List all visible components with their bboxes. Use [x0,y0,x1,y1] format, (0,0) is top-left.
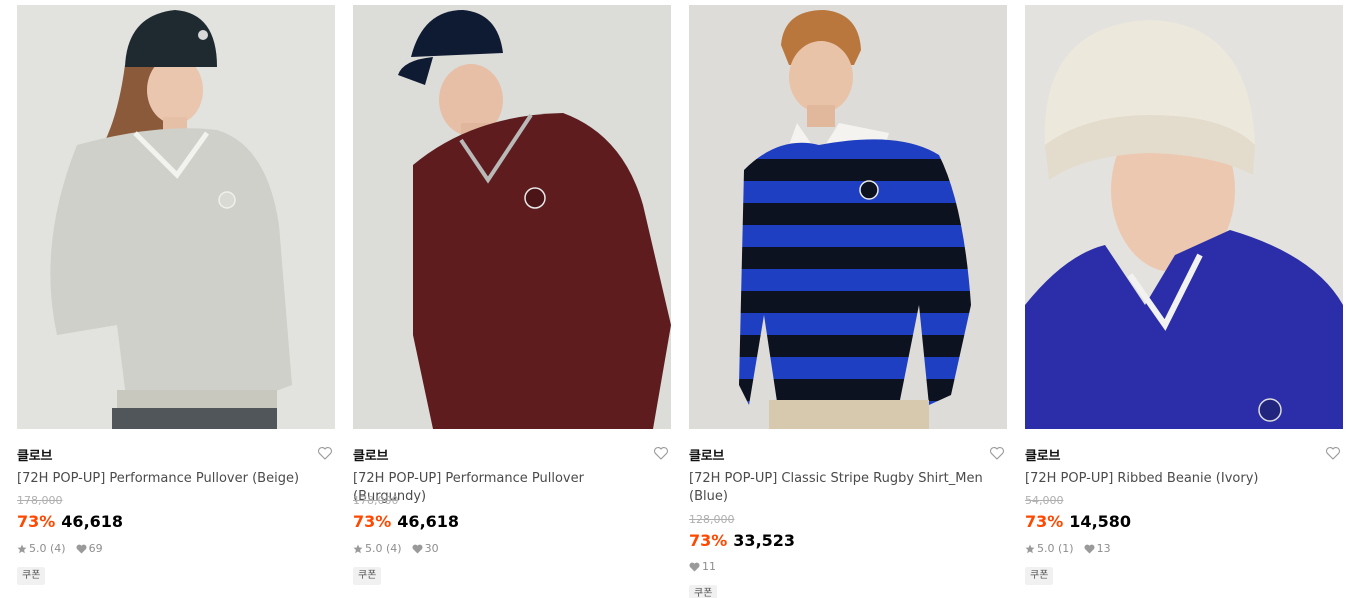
review-count: (1) [1058,542,1074,555]
discount-rate: 73% [353,512,392,531]
product-stats: 5.0 (4) 69 [17,542,103,555]
brand-name[interactable]: 클로브 [689,445,724,464]
original-price: 128,000 [689,513,735,526]
heart-filled-icon [76,544,87,554]
sale-price: 46,618 [61,512,124,531]
heart-filled-icon [412,544,423,554]
coupon-badge: 쿠폰 [17,567,46,585]
heart-outline-icon[interactable] [989,445,1005,461]
star-icon [17,544,27,554]
product-name[interactable]: [72H POP-UP] Performance Pullover (Beige… [17,470,317,488]
rating-value: 5.0 [29,542,47,555]
product-photo-stripe-rugby-shirt [689,5,1007,429]
review-count: (4) [386,542,402,555]
discount-rate: 73% [1025,512,1064,531]
heart-outline-icon[interactable] [653,445,669,461]
like-count: 30 [424,542,439,555]
price-block: 128,000 73% 33,523 [689,513,795,551]
product-image[interactable] [353,5,671,429]
rating-value: 5.0 [1037,542,1055,555]
discount-rate: 73% [17,512,56,531]
coupon-badge: 쿠폰 [689,585,718,598]
product-card[interactable]: 클로브 [72H POP-UP] Performance Pullover (B… [353,5,671,598]
price-block: 178,000 73% 46,618 [17,494,123,532]
original-price: 54,000 [1025,494,1064,507]
product-image[interactable] [689,5,1007,429]
brand-name[interactable]: 클로브 [1025,445,1060,464]
sale-price: 46,618 [397,512,460,531]
product-card[interactable]: 클로브 [72H POP-UP] Performance Pullover (B… [17,5,335,598]
product-name[interactable]: [72H POP-UP] Classic Stripe Rugby Shirt_… [689,470,989,506]
product-grid: 클로브 [72H POP-UP] Performance Pullover (B… [17,5,1343,598]
product-photo-beige-pullover [17,5,335,429]
like-count: 11 [702,560,716,573]
like-count: 13 [1096,542,1111,555]
price-block: 178,000 73% 46,618 [353,494,459,532]
price-block: 54,000 73% 14,580 [1025,494,1131,532]
brand-name[interactable]: 클로브 [17,445,52,464]
product-name[interactable]: [72H POP-UP] Ribbed Beanie (Ivory) [1025,470,1325,488]
heart-outline-icon[interactable] [317,445,333,461]
coupon-badge: 쿠폰 [1025,567,1054,585]
product-stats: 5.0 (1) 13 [1025,542,1111,555]
product-image[interactable] [1025,5,1343,429]
coupon-badge: 쿠폰 [353,567,382,585]
product-image[interactable] [17,5,335,429]
like-count: 69 [88,542,103,555]
brand-name[interactable]: 클로브 [353,445,388,464]
review-count: (4) [50,542,66,555]
heart-filled-icon [689,562,700,572]
sale-price: 14,580 [1069,512,1132,531]
star-icon [353,544,363,554]
product-stats: 11 [689,560,716,573]
product-photo-ribbed-beanie [1025,5,1343,429]
original-price: 178,000 [17,494,63,507]
product-photo-burgundy-pullover [353,5,671,429]
heart-filled-icon [1084,544,1095,554]
discount-rate: 73% [689,531,728,550]
product-stats: 5.0 (4) 30 [353,542,439,555]
star-icon [1025,544,1035,554]
rating-value: 5.0 [365,542,383,555]
product-card[interactable]: 클로브 [72H POP-UP] Ribbed Beanie (Ivory) 5… [1025,5,1343,598]
sale-price: 33,523 [733,531,796,550]
heart-outline-icon[interactable] [1325,445,1341,461]
product-card[interactable]: 클로브 [72H POP-UP] Classic Stripe Rugby Sh… [689,5,1007,598]
original-price: 178,000 [353,494,399,507]
